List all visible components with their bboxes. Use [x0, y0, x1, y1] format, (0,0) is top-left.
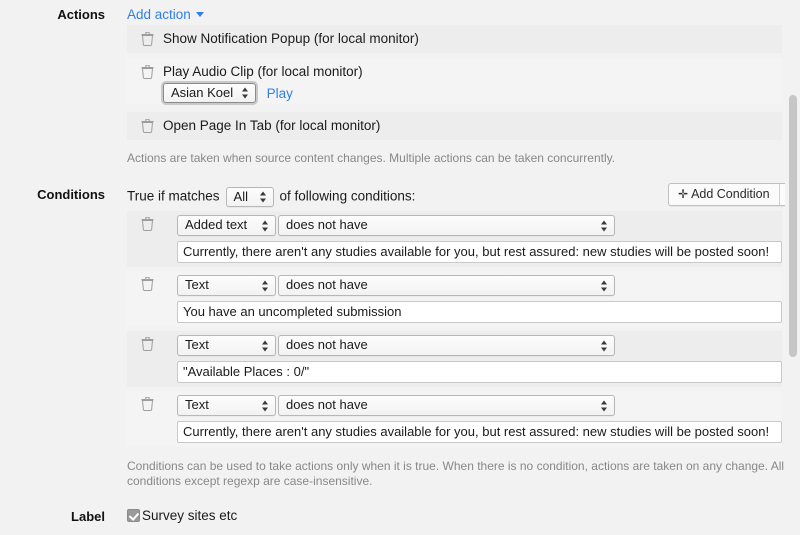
action-row[interactable]: Play Audio Clip (for local monitor) Asia…: [127, 58, 782, 104]
label-text: Survey sites etc: [142, 508, 237, 523]
stepper-arrows-icon: [601, 339, 608, 352]
trash-icon[interactable]: [141, 277, 154, 291]
match-suffix-label: of following conditions:: [280, 189, 416, 204]
match-mode-row: True if matches All of following condition…: [127, 187, 415, 207]
add-condition-button-group[interactable]: ✛Add Condition: [668, 183, 800, 206]
action-label: Open Page In Tab (for local monitor): [163, 118, 380, 133]
condition-operator-value: does not have: [286, 276, 368, 294]
condition-operator-value: does not have: [286, 396, 368, 414]
match-mode-value: All: [234, 188, 248, 206]
plus-icon: ✛: [678, 187, 688, 201]
trash-icon[interactable]: [141, 119, 154, 133]
condition-row: Text does not have You have an uncomplet…: [127, 271, 782, 327]
stepper-arrows-icon: [601, 219, 608, 232]
stepper-arrows-icon: [601, 399, 608, 412]
condition-source-select[interactable]: Text: [177, 275, 276, 296]
condition-source-select[interactable]: Text: [177, 335, 276, 356]
conditions-section-label: Conditions: [0, 187, 105, 202]
condition-source-value: Text: [185, 336, 209, 354]
vertical-scrollbar-thumb[interactable]: [789, 95, 797, 357]
condition-value-input[interactable]: "Available Places : 0/": [177, 361, 782, 383]
add-condition-label: Add Condition: [691, 187, 770, 201]
condition-source-select[interactable]: Added text: [177, 215, 276, 236]
condition-row: Text does not have Currently, there aren…: [127, 391, 782, 447]
add-action-link[interactable]: Add action: [127, 7, 204, 22]
condition-value-input[interactable]: You have an uncompleted submission: [177, 301, 782, 323]
condition-row: Added text does not have Currently, ther…: [127, 211, 782, 267]
audio-clip-select[interactable]: Asian Koel: [163, 83, 256, 103]
condition-operator-value: does not have: [286, 216, 368, 234]
stepper-arrows-icon: [262, 399, 269, 412]
trash-icon[interactable]: [141, 397, 154, 411]
action-row[interactable]: Open Page In Tab (for local monitor): [127, 112, 782, 140]
action-label: Play Audio Clip (for local monitor): [163, 64, 363, 79]
condition-operator-select[interactable]: does not have: [278, 395, 615, 416]
label-checkbox[interactable]: [127, 509, 140, 522]
condition-source-value: Text: [185, 276, 209, 294]
condition-operator-select[interactable]: does not have: [278, 335, 615, 356]
match-prefix-label: True if matches: [127, 189, 220, 204]
actions-section-label: Actions: [0, 7, 105, 22]
condition-source-value: Added text: [185, 216, 247, 234]
condition-row: Text does not have "Available Places : 0…: [127, 331, 782, 387]
stepper-arrows-icon: [262, 279, 269, 292]
trash-icon[interactable]: [141, 65, 154, 79]
play-audio-link[interactable]: Play: [267, 86, 293, 101]
condition-operator-select[interactable]: does not have: [278, 215, 615, 236]
condition-operator-value: does not have: [286, 336, 368, 354]
trash-icon[interactable]: [141, 337, 154, 351]
condition-operator-select[interactable]: does not have: [278, 275, 615, 296]
caret-down-icon: [196, 12, 204, 17]
conditions-help-line-1: Conditions can be used to take actions o…: [127, 459, 787, 474]
condition-value-input[interactable]: Currently, there aren't any studies avai…: [177, 241, 782, 263]
add-action-label: Add action: [127, 7, 191, 22]
condition-source-value: Text: [185, 396, 209, 414]
stepper-arrows-icon: [260, 191, 267, 204]
action-label: Show Notification Popup (for local monit…: [163, 31, 419, 46]
actions-help-text: Actions are taken when source content ch…: [127, 151, 787, 166]
vertical-scrollbar-track[interactable]: [785, 0, 800, 535]
settings-panel: Actions Add action Show Notification Pop…: [0, 0, 800, 535]
stepper-arrows-icon: [262, 219, 269, 232]
stepper-arrows-icon: [242, 87, 249, 100]
condition-source-select[interactable]: Text: [177, 395, 276, 416]
stepper-arrows-icon: [601, 279, 608, 292]
condition-value-input[interactable]: Currently, there aren't any studies avai…: [177, 421, 782, 443]
match-mode-select[interactable]: All: [226, 187, 274, 207]
stepper-arrows-icon: [262, 339, 269, 352]
conditions-help-line-2: conditions except regexp are case-insens…: [127, 474, 787, 489]
add-condition-button[interactable]: ✛Add Condition: [669, 184, 779, 205]
label-section-label: Label: [0, 509, 105, 524]
audio-clip-value: Asian Koel: [171, 84, 233, 102]
trash-icon[interactable]: [141, 217, 154, 231]
action-row[interactable]: Show Notification Popup (for local monit…: [127, 25, 782, 53]
trash-icon[interactable]: [141, 32, 154, 46]
